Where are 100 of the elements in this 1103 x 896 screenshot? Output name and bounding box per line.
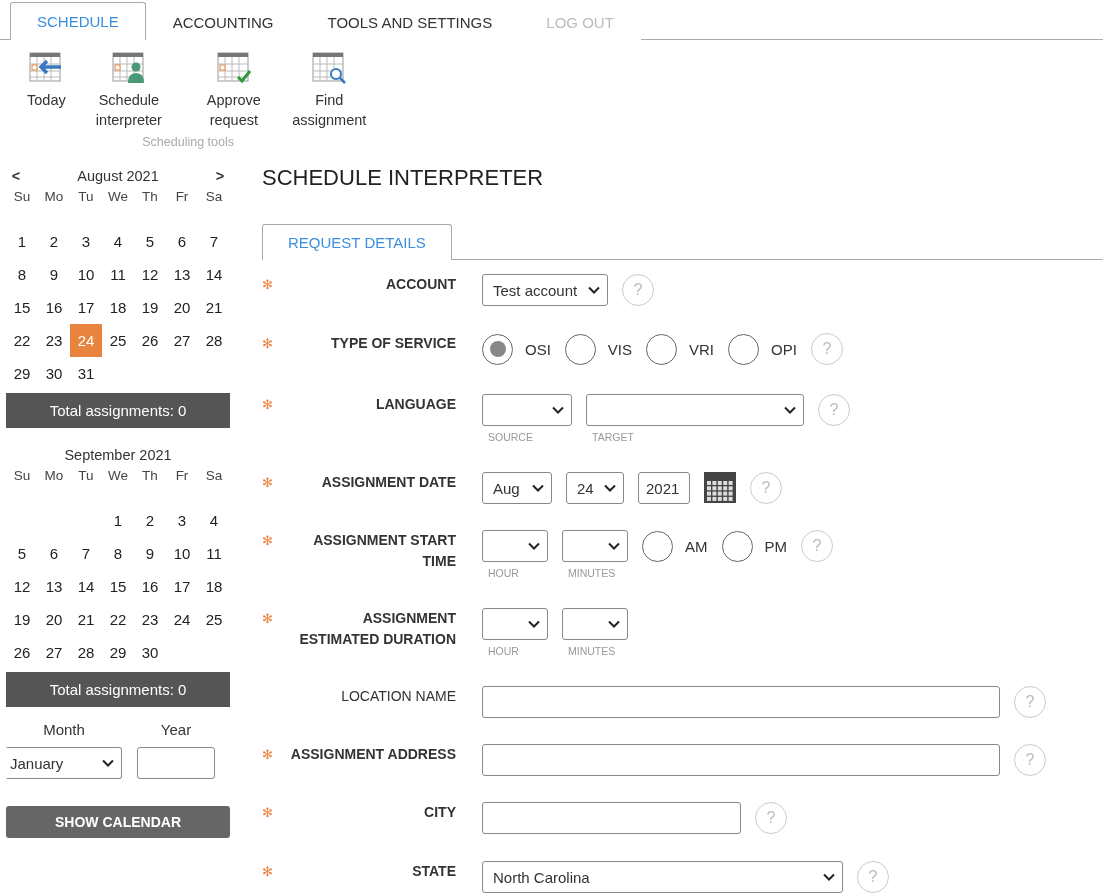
toolbar-button[interactable]: Find assignment xyxy=(284,52,374,130)
calendar-day[interactable]: 16 xyxy=(38,291,70,324)
dropdown[interactable] xyxy=(482,394,572,426)
calendar-day[interactable]: 8 xyxy=(102,537,134,570)
calendar-day[interactable]: 17 xyxy=(70,291,102,324)
calendar-day[interactable]: 21 xyxy=(70,603,102,636)
toolbar-button[interactable]: Today xyxy=(24,52,69,130)
radio-button[interactable] xyxy=(728,333,760,365)
calendar-day[interactable]: 25 xyxy=(198,603,230,636)
calendar-day[interactable]: 25 xyxy=(102,324,134,357)
year-field[interactable] xyxy=(137,747,215,779)
calendar-day[interactable]: 22 xyxy=(102,603,134,636)
calendar-day[interactable]: 6 xyxy=(166,225,198,258)
radio-button[interactable] xyxy=(482,333,513,365)
calendar-day[interactable]: 11 xyxy=(198,537,230,570)
chevron-icon xyxy=(552,406,564,414)
calendar-day[interactable]: 11 xyxy=(102,258,134,291)
month-dropdown[interactable]: January xyxy=(6,747,122,779)
calendar-day[interactable]: 24 xyxy=(166,603,198,636)
calendar-day[interactable]: 29 xyxy=(102,636,134,669)
calendar-day[interactable]: 10 xyxy=(70,258,102,291)
text-field[interactable] xyxy=(482,686,1000,718)
calendar-day[interactable]: 14 xyxy=(70,570,102,603)
calendar-day[interactable]: 9 xyxy=(134,537,166,570)
calendar-day[interactable]: 26 xyxy=(6,636,38,669)
calendar-day[interactable]: 27 xyxy=(38,636,70,669)
radio-button[interactable] xyxy=(642,530,673,562)
calendar-day[interactable]: 13 xyxy=(166,258,198,291)
dropdown[interactable]: Test account xyxy=(482,274,608,306)
calendar-day[interactable]: 13 xyxy=(38,570,70,603)
calendar-day[interactable]: 1 xyxy=(102,504,134,537)
calendar-day[interactable]: 5 xyxy=(134,225,166,258)
next-month-button[interactable]: > xyxy=(210,168,230,184)
dropdown[interactable] xyxy=(586,394,804,426)
calendar-day[interactable]: 15 xyxy=(6,291,38,324)
calendar-day[interactable]: 20 xyxy=(38,603,70,636)
calendar-day[interactable]: 5 xyxy=(6,537,38,570)
calendar-day[interactable]: 16 xyxy=(134,570,166,603)
calendar-day[interactable]: 15 xyxy=(102,570,134,603)
calendar-day[interactable]: 14 xyxy=(198,258,230,291)
dropdown[interactable]: North Carolina xyxy=(482,861,843,893)
calendar-day[interactable]: 18 xyxy=(102,291,134,324)
calendar-day[interactable]: 6 xyxy=(38,537,70,570)
weekday-label: Tu xyxy=(77,189,95,206)
calendar-day[interactable]: 2 xyxy=(134,504,166,537)
dropdown[interactable]: 24 xyxy=(566,472,624,504)
toolbar-button[interactable]: Schedule interpreter xyxy=(74,52,184,130)
dropdown[interactable] xyxy=(482,608,548,640)
weekday-label: Fr xyxy=(174,468,190,485)
text-field[interactable]: 2021 xyxy=(638,472,690,504)
radio-button[interactable] xyxy=(564,333,596,365)
dropdown[interactable]: Aug xyxy=(482,472,552,504)
calendar-day[interactable]: 9 xyxy=(38,258,70,291)
calendar-day[interactable]: 4 xyxy=(102,225,134,258)
calendar-day[interactable]: 19 xyxy=(134,291,166,324)
calendar-day[interactable]: 7 xyxy=(198,225,230,258)
calendar-day[interactable]: 23 xyxy=(38,324,70,357)
calendar-day[interactable]: 3 xyxy=(166,504,198,537)
calendar-day[interactable]: 28 xyxy=(70,636,102,669)
text-field[interactable] xyxy=(482,802,741,834)
calendar-day[interactable]: 22 xyxy=(6,324,38,357)
calendar-icon[interactable] xyxy=(704,472,736,503)
calendar-day[interactable]: 4 xyxy=(198,504,230,537)
text-field[interactable] xyxy=(482,744,1000,776)
calendar-day[interactable]: 26 xyxy=(134,324,166,357)
calendar-day[interactable]: 17 xyxy=(166,570,198,603)
radio-button[interactable] xyxy=(646,333,678,365)
show-calendar-button[interactable]: SHOW CALENDAR xyxy=(6,806,230,838)
weekday-label: Su xyxy=(12,468,32,485)
calendar-day[interactable]: 2 xyxy=(38,225,70,258)
calendar-day[interactable]: 1 xyxy=(6,225,38,258)
calendar-day[interactable]: 27 xyxy=(166,324,198,357)
calendar-day[interactable]: 23 xyxy=(134,603,166,636)
calendar-day[interactable]: 12 xyxy=(134,258,166,291)
calendar-day[interactable]: 31 xyxy=(70,357,102,390)
chevron-icon xyxy=(102,759,114,767)
dropdown[interactable] xyxy=(562,608,628,640)
calendar-day[interactable]: 30 xyxy=(134,636,166,669)
calendar-day[interactable]: 29 xyxy=(6,357,38,390)
calendar-day[interactable]: 21 xyxy=(198,291,230,324)
radio-button[interactable] xyxy=(721,530,753,562)
previous-month-button[interactable]: < xyxy=(6,168,26,184)
calendar-day[interactable]: 18 xyxy=(198,570,230,603)
calendar-day[interactable]: 12 xyxy=(6,570,38,603)
calendar-day[interactable]: 28 xyxy=(198,324,230,357)
weekday-label: Mo xyxy=(43,468,65,485)
calendar-day[interactable]: 8 xyxy=(6,258,38,291)
toolbar-button[interactable]: Approve request xyxy=(189,52,279,130)
field-label: LOCATION NAME xyxy=(340,687,457,706)
calendar-day[interactable]: 3 xyxy=(70,225,102,258)
calendar-day[interactable]: 19 xyxy=(6,603,38,636)
calendar-day[interactable]: 10 xyxy=(166,537,198,570)
required-mark: ✻ xyxy=(262,397,273,412)
calendar-day[interactable]: 20 xyxy=(166,291,198,324)
dropdown[interactable] xyxy=(482,530,548,562)
chevron-icon xyxy=(528,620,540,628)
calendar-day[interactable]: 7 xyxy=(70,537,102,570)
dropdown[interactable] xyxy=(562,530,628,562)
weekday-label: Sa xyxy=(204,468,224,485)
calendar-day[interactable]: 30 xyxy=(38,357,70,390)
